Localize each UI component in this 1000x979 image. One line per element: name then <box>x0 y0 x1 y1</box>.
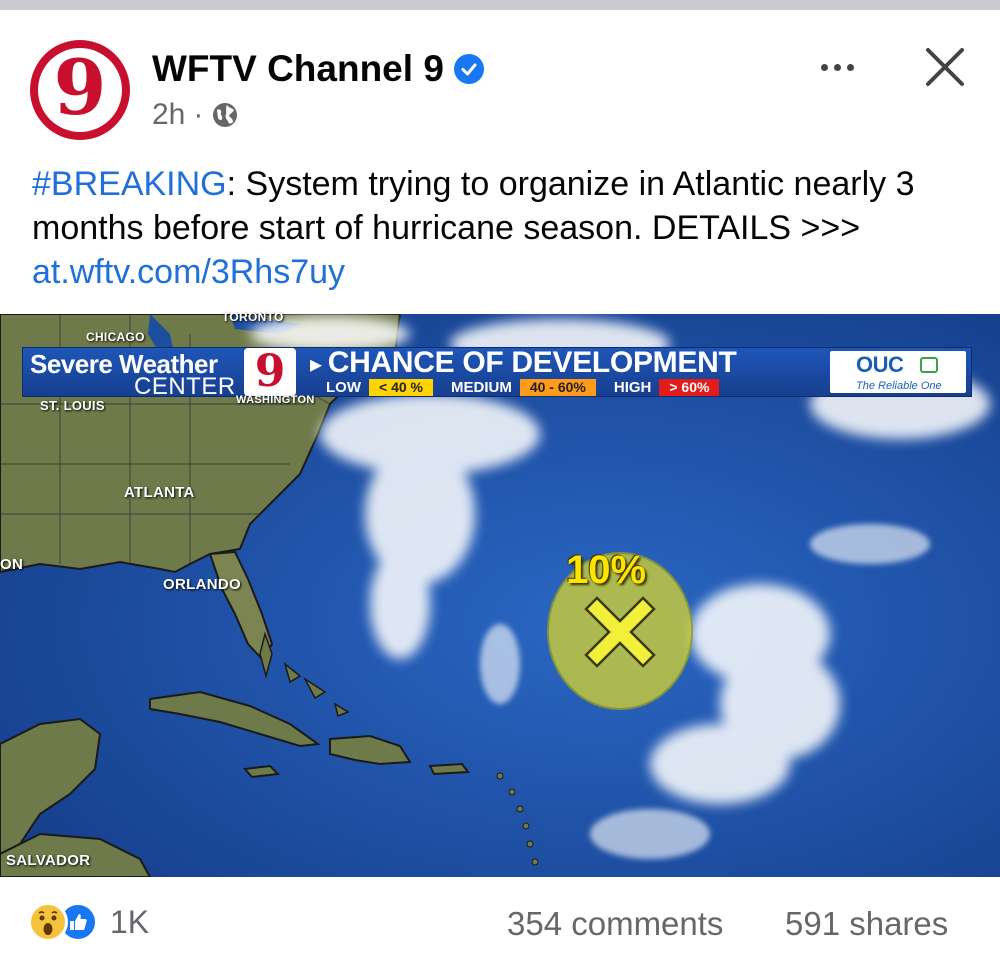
comments-count-link[interactable]: 354 comments <box>507 905 723 943</box>
legend-medium-label: MEDIUM <box>450 379 512 396</box>
meta-separator: · <box>193 98 204 131</box>
development-chance: 10% <box>566 548 647 592</box>
close-icon[interactable] <box>922 44 968 90</box>
reactions-summary[interactable]: 1K <box>28 902 149 942</box>
city-label-orlando: ORLANDO <box>163 576 241 593</box>
more-options-button[interactable] <box>812 50 862 84</box>
legend-high-label: HIGH <box>613 379 652 396</box>
banner-heading: CHANCE OF DEVELOPMENT <box>310 346 737 380</box>
legend-low-range: < 40 % <box>369 379 433 396</box>
verified-badge-icon <box>453 54 484 84</box>
city-label-washington: WASHINGTON <box>236 394 315 406</box>
legend-low-label: LOW <box>326 379 361 396</box>
hashtag-link[interactable]: #BREAKING <box>32 165 227 203</box>
page-name[interactable]: WFTV Channel 9 <box>152 48 484 90</box>
shares-count-link[interactable]: 591 shares <box>785 905 948 943</box>
city-label-chicago: CHICAGO <box>86 330 145 344</box>
page-avatar[interactable]: 9 <box>30 40 130 140</box>
city-label-houston: ON <box>0 556 24 573</box>
top-strip <box>0 0 1000 10</box>
wow-reaction-icon <box>28 902 68 942</box>
channel-9-logo: 9 <box>244 348 296 396</box>
legend-high-range: > 60% <box>659 379 720 396</box>
globe-icon <box>213 103 238 127</box>
city-label-atlanta: ATLANTA <box>124 484 195 501</box>
development-legend: LOW < 40 % MEDIUM 40 - 60% HIGH > 60% <box>326 379 737 396</box>
post-text: #BREAKING: System trying to organize in … <box>32 162 982 294</box>
city-label-toronto: TORONTO <box>222 310 284 324</box>
legend-medium-range: 40 - 60% <box>519 379 596 396</box>
reaction-count: 1K <box>110 903 150 940</box>
avatar-logo-text: 9 <box>53 43 107 132</box>
sponsor-name: OUC <box>856 352 904 377</box>
city-label-el-salvador: SALVADOR <box>6 852 91 869</box>
sponsor-tagline: The Reliable One <box>856 380 942 392</box>
post-time[interactable]: 2h <box>152 98 185 132</box>
article-link[interactable]: at.wftv.com/3Rhs7uy <box>32 253 345 291</box>
page-name-label: WFTV Channel 9 <box>152 48 444 89</box>
city-label-st-louis: ST. LOUIS <box>40 398 105 413</box>
leaf-icon <box>920 357 938 373</box>
post-meta: 2h · <box>152 98 239 132</box>
banner-subtitle: CENTER <box>134 373 236 400</box>
